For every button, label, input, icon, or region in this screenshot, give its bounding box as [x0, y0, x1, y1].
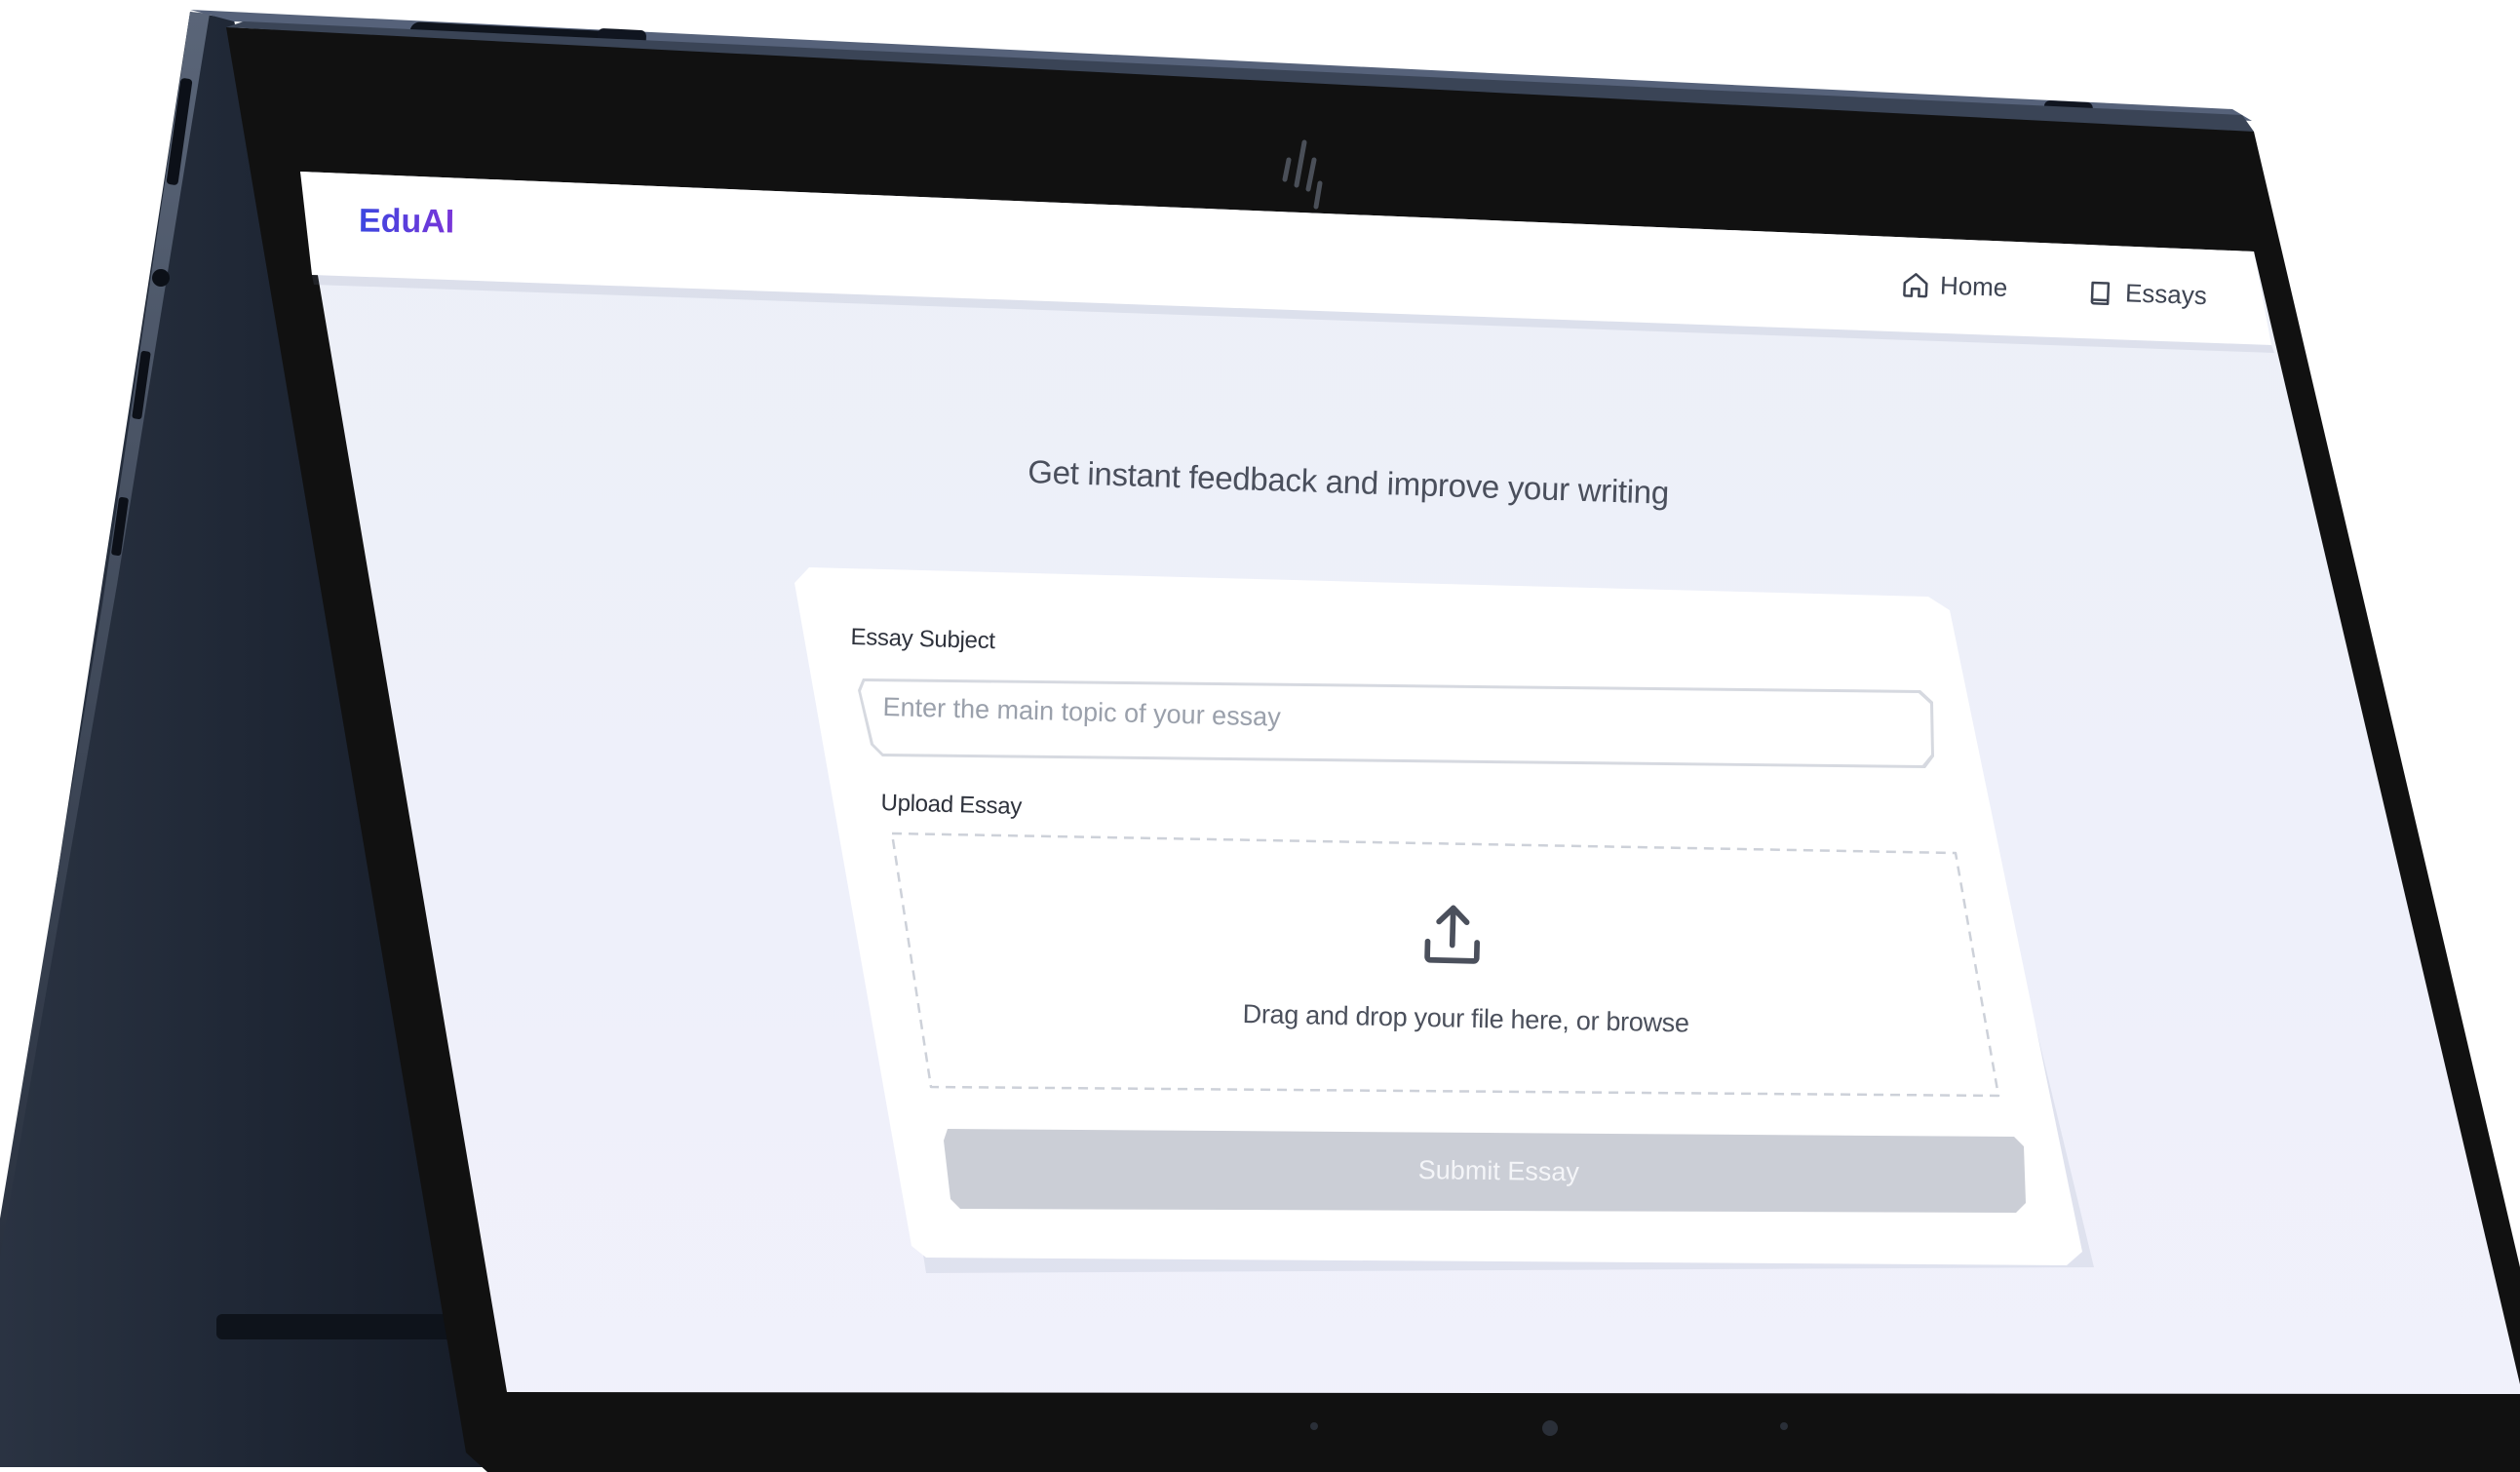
upload-icon: [1424, 905, 1481, 964]
submit-essay-label: Submit Essay: [1417, 1155, 1580, 1187]
file-dropzone[interactable]: [0, 0, 2520, 1472]
